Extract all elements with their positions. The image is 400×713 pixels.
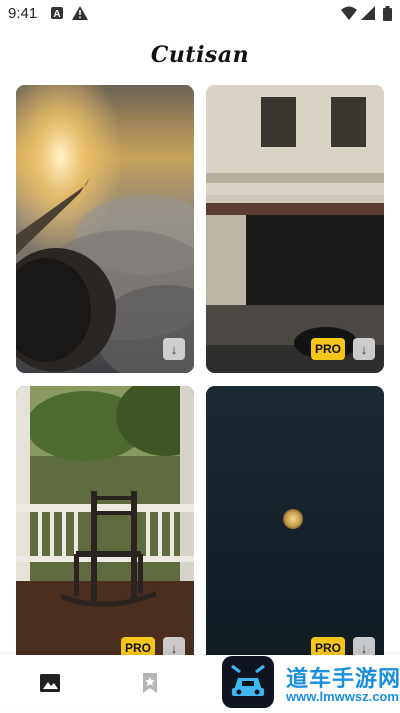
wallpaper-image xyxy=(16,85,194,373)
battery-icon xyxy=(383,6,392,21)
wallpaper-card[interactable]: PRO ↓ xyxy=(206,386,384,674)
wallpaper-card[interactable]: PRO ↓ xyxy=(206,85,384,373)
wallpaper-card[interactable]: ↓ xyxy=(16,85,194,373)
status-bar: 9:41 A xyxy=(0,0,400,28)
tab-favorites[interactable] xyxy=(137,670,163,696)
car-icon xyxy=(231,664,265,696)
pro-badge: PRO xyxy=(311,338,345,360)
image-icon xyxy=(40,674,60,692)
app-title: Cutisan xyxy=(150,42,250,68)
bookmark-star-icon xyxy=(143,673,157,693)
wallpaper-image xyxy=(206,85,384,373)
signal-icon xyxy=(361,6,375,20)
download-button[interactable]: ↓ xyxy=(163,338,185,360)
wallpaper-card[interactable]: PRO ↓ xyxy=(16,386,194,674)
warning-icon xyxy=(72,6,88,20)
download-button[interactable]: ↓ xyxy=(353,338,375,360)
watermark-url: www.lmwwsz.com xyxy=(286,689,399,704)
status-time: 9:41 xyxy=(8,5,38,22)
wifi-icon xyxy=(341,6,357,20)
notification-a-icon: A xyxy=(51,7,63,20)
download-icon: ↓ xyxy=(170,640,178,656)
wallpaper-image xyxy=(16,386,194,674)
svg-text:A: A xyxy=(53,9,60,20)
download-icon: ↓ xyxy=(360,341,368,357)
watermark-logo xyxy=(222,656,274,708)
download-icon: ↓ xyxy=(170,341,178,357)
wallpaper-image xyxy=(206,386,384,674)
tab-gallery[interactable] xyxy=(37,670,63,696)
watermark: 道车手游网 www.lmwwsz.com xyxy=(222,653,400,710)
